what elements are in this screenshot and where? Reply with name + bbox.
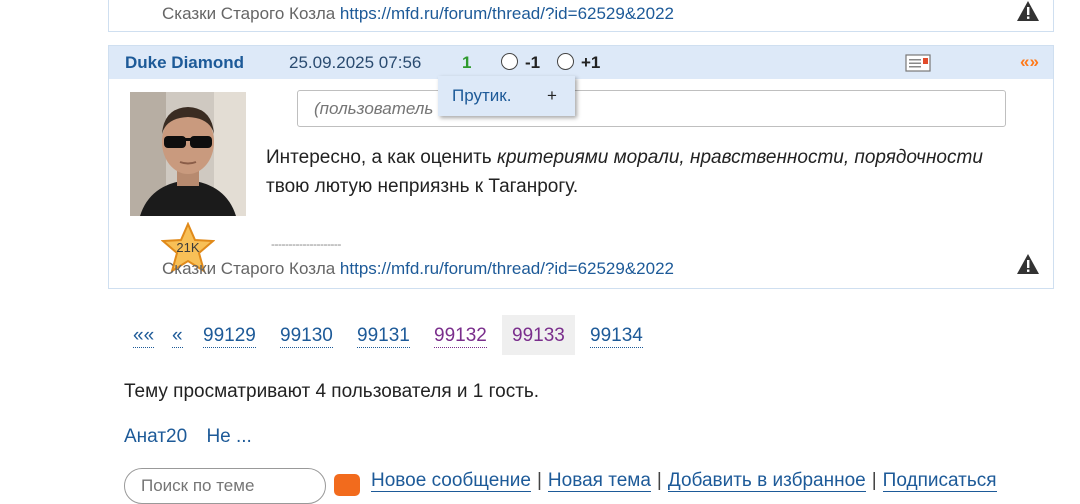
dropdown-add-button[interactable]: + — [547, 86, 557, 106]
rating-dropdown: Прутик. + — [438, 76, 575, 116]
report-warning-icon[interactable] — [1016, 253, 1040, 275]
signature-separator: -------------------- — [271, 237, 341, 251]
user-avatar[interactable] — [130, 92, 246, 216]
viewer-list: Анат20 Не ... — [124, 426, 266, 448]
page-prev[interactable]: « — [172, 325, 183, 348]
post-signature: Сказки Старого Козла https://mfd.ru/foru… — [162, 259, 674, 279]
viewers-summary: Тему просматривают 4 пользователя и 1 го… — [124, 381, 540, 402]
signature-link[interactable]: https://mfd.ru/forum/thread/?id=62529&20… — [340, 4, 674, 23]
post-author[interactable]: Duke Diamond — [125, 53, 244, 73]
page-first[interactable]: «« — [133, 325, 155, 348]
page-link[interactable]: 99130 — [280, 325, 333, 348]
post-rating[interactable]: 1 — [462, 53, 471, 73]
post-text-end: твою лютую неприязнь к Таганрогу. — [266, 176, 579, 197]
vote-plus-radio[interactable] — [557, 53, 574, 70]
add-to-favorites-link[interactable]: Добавить в избранное — [667, 470, 866, 492]
post-text-italic: критериями морали, нравственности, поряд… — [496, 147, 983, 168]
quote-button[interactable]: «» — [1020, 52, 1039, 72]
thread-search-input[interactable] — [124, 468, 326, 504]
vote-minus-label: -1 — [525, 53, 541, 72]
subscribe-link[interactable]: Подписаться — [882, 470, 997, 492]
dropdown-user-item[interactable]: Прутик. — [452, 86, 511, 106]
signature-text: Сказки Старого Козла — [162, 4, 336, 23]
page-link[interactable]: 99131 — [357, 325, 410, 348]
viewer-link[interactable]: Анат20 — [124, 426, 187, 447]
viewer-link[interactable]: Не ... — [206, 426, 251, 447]
new-topic-link[interactable]: Новая тема — [547, 470, 651, 492]
forum-post: Duke Diamond 25.09.2025 07:56 1 -1 +1 «» — [108, 45, 1054, 289]
post-body: Интересно, а как оценить критериями мора… — [266, 143, 1026, 201]
vote-plus-label: +1 — [581, 53, 601, 72]
signature-text: Сказки Старого Козла — [162, 259, 336, 278]
report-warning-icon[interactable] — [1016, 0, 1040, 22]
badge-label: 21K — [176, 240, 199, 255]
signature-link[interactable]: https://mfd.ru/forum/thread/?id=62529&20… — [340, 259, 674, 278]
page-current: 99133 — [502, 315, 575, 355]
page-link[interactable]: 99134 — [590, 325, 643, 348]
new-message-link[interactable]: Новое сообщение — [371, 470, 531, 492]
vote-minus[interactable]: -1 — [501, 53, 540, 73]
post-header: Duke Diamond 25.09.2025 07:56 1 -1 +1 «» — [109, 46, 1053, 79]
post-text-start: Интересно, а как оценить — [266, 147, 497, 168]
private-message-icon[interactable] — [905, 54, 931, 72]
rss-icon[interactable] — [334, 474, 360, 496]
thread-actions: Новое сообщение | Новая тема | Добавить в из… — [371, 470, 997, 492]
user-comment-input[interactable] — [297, 90, 1006, 127]
page-link[interactable]: 99129 — [203, 325, 256, 348]
vote-minus-radio[interactable] — [501, 53, 518, 70]
previous-post-signature: Сказки Старого Козла https://mfd.ru/foru… — [162, 4, 674, 24]
vote-plus[interactable]: +1 — [557, 53, 600, 73]
post-date[interactable]: 25.09.2025 07:56 — [289, 53, 421, 73]
page-link[interactable]: 99132 — [434, 325, 487, 348]
